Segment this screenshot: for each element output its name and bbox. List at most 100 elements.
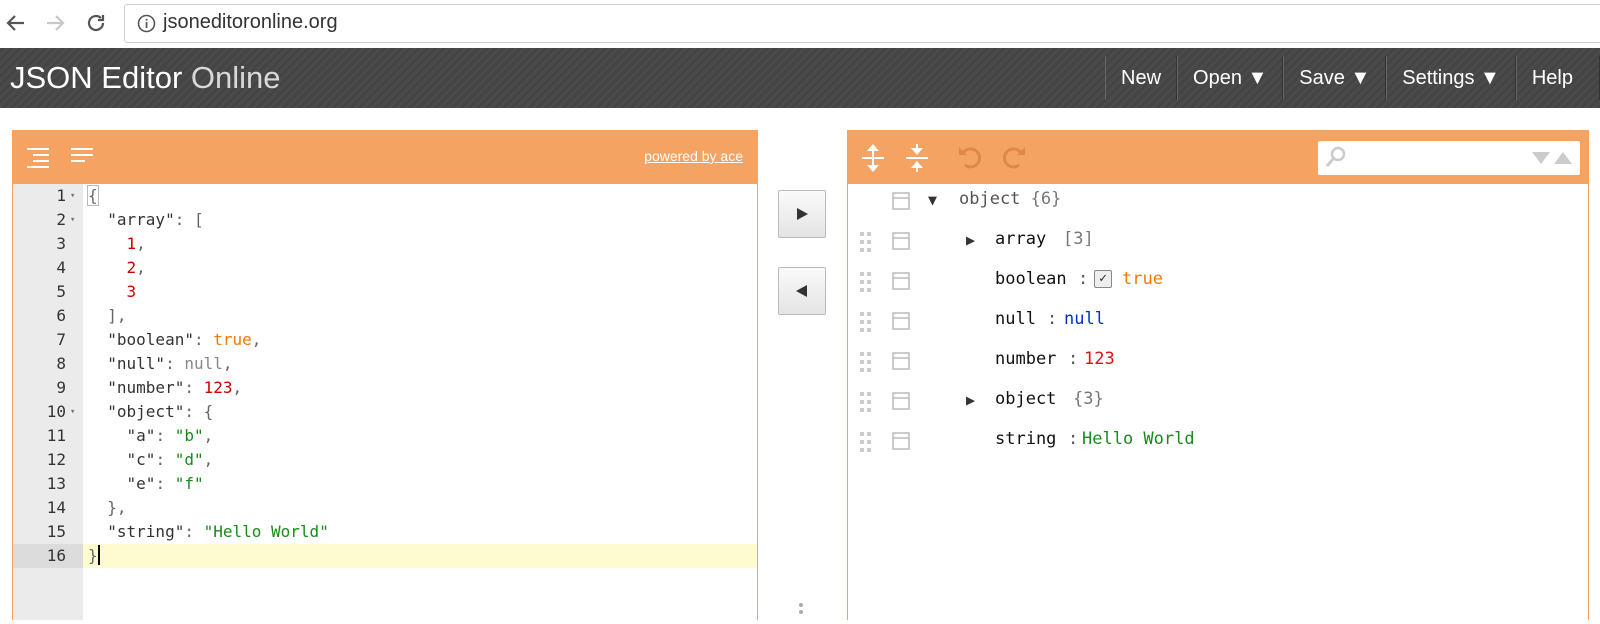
tree-row: null : null bbox=[848, 304, 1588, 344]
line-number: 14 bbox=[46, 498, 66, 517]
code-line: 2, bbox=[126, 258, 146, 277]
line-number: 15 bbox=[46, 522, 66, 541]
line-number: 12 bbox=[46, 450, 66, 469]
drag-handle-icon[interactable] bbox=[860, 312, 872, 332]
collapse-all-icon[interactable] bbox=[904, 143, 930, 178]
code-line: "e": "f" bbox=[126, 474, 204, 493]
fold-icon[interactable]: ▾ bbox=[70, 208, 75, 232]
tree-field[interactable]: null bbox=[995, 309, 1036, 329]
code-line: "array": [ bbox=[107, 210, 204, 229]
drag-handle-icon[interactable] bbox=[860, 272, 872, 292]
context-menu-icon[interactable] bbox=[892, 232, 910, 250]
menu-save[interactable]: Save ▼ bbox=[1283, 56, 1387, 100]
line-number: 11 bbox=[46, 426, 66, 445]
tree-field[interactable]: boolean bbox=[995, 269, 1067, 289]
forward-arrow-icon[interactable] bbox=[42, 10, 68, 36]
tree-separator: : bbox=[1068, 349, 1079, 369]
tree-row: string : Hello World bbox=[848, 424, 1588, 464]
tree-separator: : bbox=[1047, 309, 1058, 329]
tree-value[interactable]: true bbox=[1122, 269, 1163, 289]
line-number: 16 bbox=[46, 546, 66, 565]
tree-value[interactable]: null bbox=[1064, 309, 1105, 329]
copy-to-right-button[interactable] bbox=[778, 190, 826, 238]
tree-field[interactable]: object bbox=[995, 389, 1056, 409]
context-menu-icon[interactable] bbox=[892, 192, 910, 210]
expand-all-icon[interactable] bbox=[860, 143, 886, 178]
context-menu-icon[interactable] bbox=[892, 432, 910, 450]
line-number: 9 bbox=[56, 378, 66, 397]
context-menu-icon[interactable] bbox=[892, 272, 910, 290]
search-icon bbox=[1324, 145, 1348, 174]
boolean-checkbox[interactable]: ✓ bbox=[1094, 270, 1112, 288]
play-right-icon bbox=[797, 208, 808, 220]
drag-handle-icon[interactable] bbox=[860, 232, 872, 252]
tree-value[interactable]: Hello World bbox=[1082, 429, 1195, 449]
line-number: 7 bbox=[56, 330, 66, 349]
code-editor-toolbar: powered by ace bbox=[13, 131, 757, 184]
browser-toolbar: jsoneditoronline.org bbox=[0, 0, 1600, 48]
code-line: "c": "d", bbox=[126, 450, 214, 469]
copy-to-left-button[interactable] bbox=[778, 267, 826, 315]
menu-settings[interactable]: Settings ▼ bbox=[1386, 56, 1516, 100]
text-cursor bbox=[97, 545, 100, 565]
line-number: 1 bbox=[56, 186, 66, 205]
tree-field[interactable]: array bbox=[995, 229, 1046, 249]
line-number: 6 bbox=[56, 306, 66, 325]
tree-field[interactable]: number bbox=[995, 349, 1056, 369]
format-icon[interactable] bbox=[25, 145, 51, 176]
tree-separator: : bbox=[1078, 269, 1089, 289]
search-next-icon[interactable] bbox=[1532, 151, 1550, 170]
drag-handle-icon[interactable] bbox=[860, 392, 872, 412]
expand-icon[interactable]: ▶ bbox=[966, 391, 975, 409]
menu-open[interactable]: Open ▼ bbox=[1177, 56, 1284, 100]
reload-icon[interactable] bbox=[83, 10, 109, 36]
menu-new[interactable]: New bbox=[1105, 56, 1178, 100]
fold-icon[interactable]: ▾ bbox=[70, 400, 75, 424]
line-number: 10 bbox=[46, 402, 66, 421]
tree-editor-panel: ▼ object {6} ▶ array [3] boolean : ✓ tru… bbox=[847, 130, 1589, 620]
back-arrow-icon[interactable] bbox=[3, 10, 29, 36]
tree-row: boolean : ✓ true bbox=[848, 264, 1588, 304]
search-input[interactable] bbox=[1318, 141, 1580, 175]
line-number: 2 bbox=[56, 210, 66, 229]
redo-icon[interactable] bbox=[1000, 143, 1028, 176]
play-left-icon bbox=[796, 285, 807, 297]
tree-count: {3} bbox=[1073, 389, 1104, 409]
tree-value[interactable]: 123 bbox=[1084, 349, 1115, 369]
compact-icon[interactable] bbox=[69, 145, 95, 176]
undo-icon[interactable] bbox=[956, 143, 984, 176]
brand-logo: JSON Editor Online bbox=[10, 60, 281, 96]
context-menu-icon[interactable] bbox=[892, 392, 910, 410]
powered-by-ace-link[interactable]: powered by ace bbox=[644, 148, 743, 164]
context-menu-icon[interactable] bbox=[892, 352, 910, 370]
info-icon[interactable] bbox=[137, 14, 156, 38]
code-line: "string": "Hello World" bbox=[107, 522, 329, 541]
code-line: "number": 123, bbox=[107, 378, 243, 397]
tree-row: ▶ array [3] bbox=[848, 224, 1588, 264]
splitter-handle[interactable] bbox=[799, 602, 803, 619]
address-bar[interactable]: jsoneditoronline.org bbox=[124, 4, 1600, 43]
active-line: 16} bbox=[13, 544, 757, 568]
tree-root-label: object {6} bbox=[959, 189, 1062, 209]
code-line: "boolean": true, bbox=[107, 330, 262, 349]
fold-icon[interactable]: ▾ bbox=[70, 184, 75, 208]
line-number: 5 bbox=[56, 282, 66, 301]
code-line: 1, bbox=[126, 234, 146, 253]
tree-row: ▶ object {3} bbox=[848, 384, 1588, 424]
tree-field[interactable]: string bbox=[995, 429, 1056, 449]
drag-handle-icon[interactable] bbox=[860, 432, 872, 452]
brand-sub: Online bbox=[190, 60, 281, 95]
brand-main: JSON Editor bbox=[10, 60, 183, 95]
url-text: jsoneditoronline.org bbox=[163, 11, 338, 33]
code-line: { bbox=[87, 185, 99, 206]
code-line: ], bbox=[107, 306, 127, 325]
tree-root-row: ▼ object {6} bbox=[848, 184, 1588, 224]
line-number: 13 bbox=[46, 474, 66, 493]
code-editor-panel: powered by ace 1 ▾{ 2 ▾ "array": [ 3 1, 4 … bbox=[12, 130, 758, 620]
search-previous-icon[interactable] bbox=[1554, 151, 1572, 170]
drag-handle-icon[interactable] bbox=[860, 352, 872, 372]
context-menu-icon[interactable] bbox=[892, 312, 910, 330]
expand-icon[interactable]: ▶ bbox=[966, 231, 975, 249]
collapse-icon[interactable]: ▼ bbox=[928, 191, 937, 209]
menu-help[interactable]: Help bbox=[1515, 56, 1600, 100]
